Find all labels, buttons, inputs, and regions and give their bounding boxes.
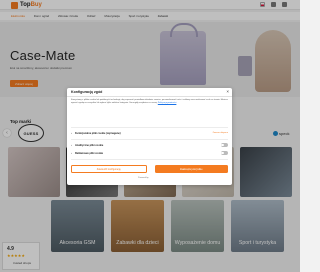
consent-row-analytics[interactable]: › Analityczne pliki cookie: [71, 141, 228, 149]
analytics-toggle[interactable]: [221, 143, 228, 147]
divider: [67, 96, 232, 97]
accept-all-button[interactable]: Zaakceptuj wszystkie: [154, 165, 228, 173]
save-config-button[interactable]: Zatwierdź konfigurację: [71, 165, 147, 173]
consent-row-marketing[interactable]: › Reklamowe pliki cookie: [71, 149, 228, 157]
consent-row-label: Funkcjonalne pliki cookie (wymagane): [75, 131, 121, 135]
consent-row-functional[interactable]: › Funkcjonalne pliki cookie (wymagane) Z…: [71, 129, 228, 137]
powered-by-label: Powered by: [138, 177, 149, 179]
close-icon[interactable]: ×: [226, 89, 229, 94]
consent-body-text: Korzystamy z plików cookie lub podobnych…: [71, 99, 228, 104]
modal-title: Konfigurację zgód: [71, 90, 103, 94]
consent-description: Korzystamy z plików cookie lub podobnych…: [71, 99, 228, 105]
consent-status: Zawsze aktywne: [212, 132, 228, 134]
modal-actions: Zatwierdź konfigurację Zaakceptuj wszyst…: [71, 165, 228, 173]
consent-row-label: Reklamowe pliki cookie: [75, 151, 104, 155]
marketing-toggle[interactable]: [221, 151, 228, 155]
cookie-consent-modal: Konfigurację zgód × Korzystamy z plików …: [67, 88, 232, 185]
consent-row-label: Analityczne pliki cookie: [75, 143, 104, 147]
privacy-policy-link[interactable]: Polityce prywatności: [158, 102, 177, 104]
